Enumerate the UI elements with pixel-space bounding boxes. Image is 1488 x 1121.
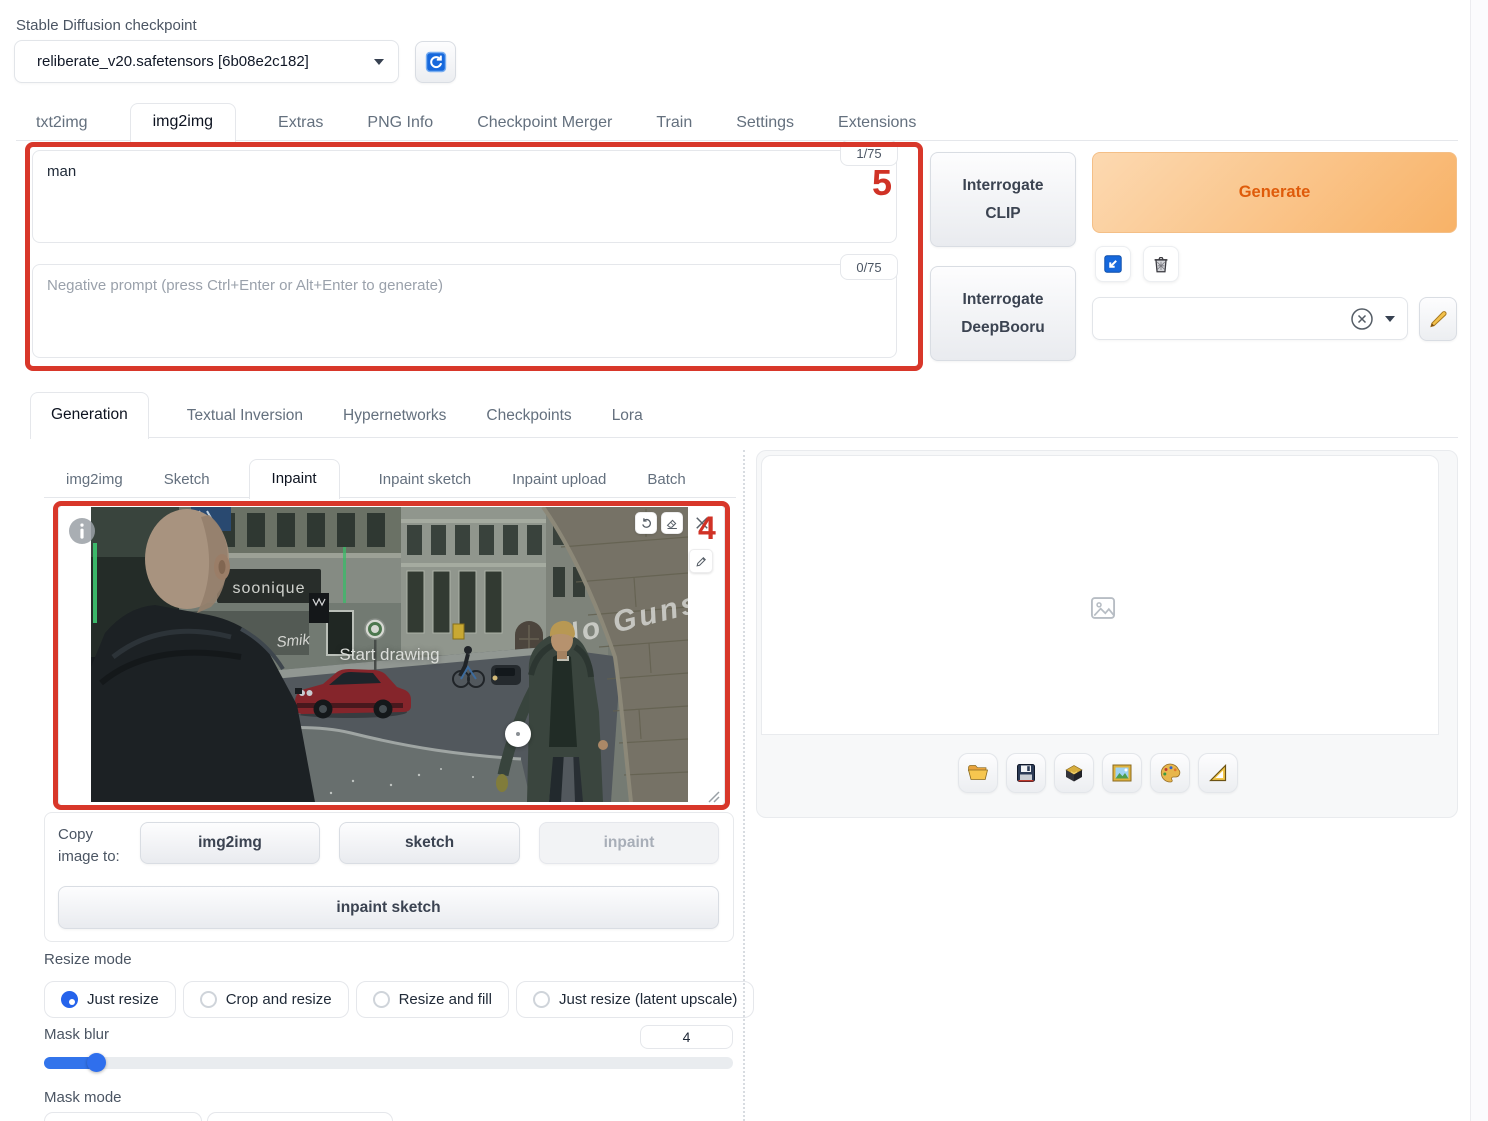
tab-extensions[interactable]: Extensions (836, 105, 918, 141)
refresh-icon (424, 50, 448, 74)
prompt-text: man (47, 163, 76, 180)
prompt-token-counter: 1/75 (840, 140, 898, 166)
image-placeholder-icon (1089, 594, 1117, 622)
street-scene-image: soonique Smik (91, 507, 688, 802)
triangle-ruler-icon (1206, 761, 1230, 785)
send-to-img2img-button[interactable] (1150, 753, 1190, 793)
clear-styles-icon[interactable] (1349, 306, 1375, 332)
column-divider (743, 450, 745, 1121)
resize-option-crop-and-resize[interactable]: Crop and resize (183, 981, 349, 1018)
copy-to-sketch-button[interactable]: sketch (339, 822, 520, 864)
resize-option-label: Crop and resize (226, 991, 332, 1008)
tab-png-info[interactable]: PNG Info (365, 105, 435, 141)
resize-option-label: Just resize (87, 991, 159, 1008)
mask-mode-option-1[interactable] (44, 1112, 202, 1121)
radio-icon (200, 991, 217, 1008)
tab-img2img[interactable]: img2img (130, 103, 236, 142)
tab-mode-inpaint[interactable]: Inpaint (249, 459, 340, 499)
tab-hypernetworks[interactable]: Hypernetworks (341, 394, 448, 438)
copy-to-img2img-button[interactable]: img2img (140, 822, 320, 864)
refresh-checkpoint-button[interactable] (415, 41, 456, 83)
radio-selected-icon (61, 991, 78, 1008)
eraser-button[interactable] (661, 512, 683, 534)
tab-mode-inpaint-sketch[interactable]: Inpaint sketch (377, 461, 474, 498)
checkpoint-select[interactable]: reliberate_v20.safetensors [6b08e2c182] (14, 40, 399, 83)
tab-mode-batch[interactable]: Batch (645, 461, 687, 498)
folder-icon (966, 761, 990, 785)
result-panel (756, 450, 1458, 818)
interrogate-clip-button[interactable]: Interrogate CLIP (930, 152, 1076, 247)
tab-mode-sketch[interactable]: Sketch (162, 461, 212, 498)
tab-generation[interactable]: Generation (30, 392, 149, 439)
mask-blur-label: Mask blur (44, 1026, 109, 1043)
image-info-icon[interactable] (68, 517, 96, 549)
pencil-icon (1426, 307, 1450, 331)
mask-blur-slider-handle[interactable] (87, 1053, 106, 1072)
styles-select[interactable] (1092, 297, 1408, 340)
tab-mode-inpaint-upload[interactable]: Inpaint upload (510, 461, 608, 498)
tab-checkpoints[interactable]: Checkpoints (484, 394, 573, 438)
brush-pencil-icon (694, 554, 709, 569)
tab-extras[interactable]: Extras (276, 105, 325, 141)
radio-icon (373, 991, 390, 1008)
framed-picture-icon (1110, 761, 1134, 785)
undo-icon (639, 516, 654, 531)
inpaint-canvas-container: soonique Smik (58, 503, 725, 808)
tab-checkpoint-merger[interactable]: Checkpoint Merger (475, 105, 614, 141)
resize-option-just-resize[interactable]: Just resize (44, 981, 176, 1018)
tab-mode-img2img[interactable]: img2img (64, 461, 125, 498)
paste-arrow-icon (1102, 253, 1124, 275)
output-gallery (761, 455, 1439, 735)
clear-prompt-button[interactable] (1143, 246, 1179, 282)
resize-option-label: Resize and fill (399, 991, 492, 1008)
paste-generation-params-button[interactable] (1095, 246, 1131, 282)
page-scrollbar[interactable] (1470, 0, 1488, 1121)
send-to-extras-button[interactable] (1102, 753, 1142, 793)
inpaint-image-canvas[interactable]: soonique Smik (91, 507, 688, 802)
remove-image-button[interactable] (693, 514, 711, 532)
checkpoint-value: reliberate_v20.safetensors [6b08e2c182] (37, 53, 374, 70)
resize-mode-label: Resize mode (44, 951, 132, 968)
canvas-resize-handle[interactable] (708, 791, 720, 803)
eraser-icon (665, 516, 680, 531)
negative-prompt-input[interactable]: Negative prompt (press Ctrl+Enter or Alt… (32, 264, 897, 358)
open-output-folder-button[interactable] (958, 753, 998, 793)
mask-mode-label: Mask mode (44, 1089, 122, 1106)
save-zip-button[interactable] (1054, 753, 1094, 793)
undo-button[interactable] (635, 512, 657, 534)
copy-to-inpaint-button: inpaint (539, 822, 719, 864)
edit-styles-button[interactable] (1419, 297, 1457, 341)
trash-icon (1150, 253, 1172, 275)
floppy-save-icon (1014, 761, 1038, 785)
mask-blur-value-input[interactable]: 4 (640, 1025, 733, 1049)
prompt-input[interactable]: man (32, 150, 897, 243)
palette-icon (1158, 761, 1182, 785)
radio-icon (533, 991, 550, 1008)
resize-option-resize-and-fill[interactable]: Resize and fill (356, 981, 509, 1018)
tab-lora[interactable]: Lora (610, 394, 645, 438)
copy-to-inpaint-sketch-button[interactable]: inpaint sketch (58, 886, 719, 929)
checkpoint-label: Stable Diffusion checkpoint (16, 17, 197, 34)
tab-textual-inversion[interactable]: Textual Inversion (185, 394, 305, 438)
send-to-inpaint-button[interactable] (1198, 753, 1238, 793)
archive-box-icon (1062, 761, 1086, 785)
use-brush-button[interactable] (689, 549, 713, 573)
resize-option-latent-upscale[interactable]: Just resize (latent upscale) (516, 981, 754, 1018)
mask-mode-option-2[interactable] (207, 1112, 393, 1121)
copy-image-to-label: Copy image to: (58, 824, 130, 868)
negative-token-counter: 0/75 (840, 254, 898, 280)
generate-button[interactable]: Generate (1092, 152, 1457, 233)
resize-option-label: Just resize (latent upscale) (559, 991, 737, 1008)
mask-blur-slider[interactable] (44, 1057, 733, 1069)
negative-prompt-placeholder: Negative prompt (press Ctrl+Enter or Alt… (47, 277, 443, 294)
tab-train[interactable]: Train (654, 105, 694, 141)
brush-cursor (505, 721, 531, 747)
save-image-button[interactable] (1006, 753, 1046, 793)
tab-settings[interactable]: Settings (734, 105, 796, 141)
chevron-down-icon (1385, 316, 1395, 322)
interrogate-deepbooru-button[interactable]: Interrogate DeepBooru (930, 266, 1076, 361)
chevron-down-icon (374, 59, 384, 65)
close-icon (693, 514, 711, 532)
tab-txt2img[interactable]: txt2img (34, 105, 90, 141)
